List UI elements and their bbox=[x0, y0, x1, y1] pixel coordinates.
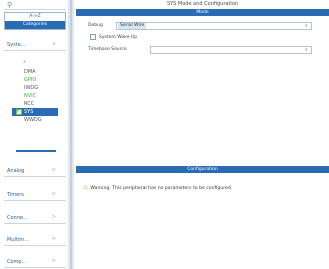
sort-ascending-icon[interactable]: ∧ bbox=[23, 59, 26, 64]
system-wakeup-checkbox[interactable] bbox=[90, 33, 96, 40]
debug-select-value: Serial Wire bbox=[118, 23, 147, 29]
chevron-right-icon: > bbox=[51, 167, 56, 173]
category-computing[interactable]: Comp... > bbox=[4, 258, 66, 268]
warning-text: Warning: This peripheral has no paramete… bbox=[90, 186, 233, 191]
category-multimedia[interactable]: Multim... > bbox=[4, 236, 66, 246]
category-label: Multim... bbox=[7, 237, 29, 243]
timebase-row: Timebase Source bbox=[88, 45, 127, 54]
category-label: Analog bbox=[7, 168, 25, 174]
category-connectivity[interactable]: Conne... > bbox=[4, 214, 66, 224]
list-item-wwdg[interactable]: WWDG bbox=[12, 116, 58, 124]
mode-configuration-panel: SYS Mode and Configuration Mode Debug Se… bbox=[76, 0, 329, 269]
category-label: Timers bbox=[7, 192, 24, 198]
list-item-label: RCC bbox=[24, 101, 35, 107]
list-item-nvic[interactable]: NVIC bbox=[12, 92, 58, 100]
list-item-label: IWDG bbox=[24, 85, 39, 91]
list-item-sys[interactable]: ✓ SYS bbox=[12, 107, 58, 116]
chevron-down-icon: ∨ bbox=[304, 47, 308, 53]
chevron-right-icon: > bbox=[51, 258, 56, 264]
splitter-grip bbox=[70, 0, 72, 269]
debug-row: Debug bbox=[88, 21, 103, 30]
category-system-core[interactable]: Syste... ∨ bbox=[4, 41, 66, 51]
timebase-label: Timebase Source bbox=[88, 47, 127, 52]
category-analog[interactable]: Analog > bbox=[4, 167, 66, 177]
list-item-label: GPIO bbox=[24, 77, 37, 83]
list-item-label: DMA bbox=[24, 69, 36, 75]
list-item-gpio[interactable]: GPIO bbox=[12, 76, 58, 84]
search-field[interactable]: ⚲ bbox=[4, 1, 66, 10]
list-item-dma[interactable]: DMA bbox=[12, 68, 58, 76]
warning-message: ⚠ Warning: This peripheral has no paramet… bbox=[83, 184, 232, 191]
view-mode-toggle: A->Z Categories bbox=[4, 12, 66, 30]
categories-button[interactable]: Categories bbox=[5, 21, 65, 29]
debug-select[interactable]: Serial Wire ∨ bbox=[116, 22, 312, 30]
list-item-label: WWDG bbox=[24, 117, 42, 123]
az-sort-button[interactable]: A->Z bbox=[5, 13, 65, 21]
chevron-down-icon: ∨ bbox=[304, 23, 308, 29]
category-label: Conne... bbox=[7, 215, 28, 221]
sidebar: ⚲ A->Z Categories Syste... ∨ ∧ DMA GPIO … bbox=[0, 0, 68, 269]
chevron-down-icon: ∨ bbox=[52, 41, 56, 47]
system-core-list: ∧ DMA GPIO IWDG NVIC RCC ✓ SYS WWDG bbox=[12, 59, 58, 124]
category-label: Syste... bbox=[7, 42, 26, 48]
list-item-iwdg[interactable]: IWDG bbox=[12, 84, 58, 92]
mode-section-header: Mode bbox=[76, 9, 329, 16]
configuration-section: Configuration ⚠ Warning: This peripheral … bbox=[76, 166, 329, 269]
list-item-label: NVIC bbox=[24, 93, 37, 99]
list-item-label: SYS bbox=[24, 109, 34, 115]
panel-splitter[interactable] bbox=[68, 0, 74, 269]
checkmark-icon: ✓ bbox=[16, 107, 22, 114]
timebase-select[interactable]: ∨ bbox=[150, 46, 312, 54]
system-wakeup-row[interactable]: System Wake-Up bbox=[90, 33, 137, 42]
warning-icon: ⚠ bbox=[83, 184, 89, 191]
category-timers[interactable]: Timers > bbox=[4, 191, 66, 201]
configuration-section-header: Configuration bbox=[76, 166, 329, 173]
search-icon[interactable]: ⚲ bbox=[7, 1, 12, 10]
selection-indicator bbox=[16, 150, 56, 152]
chevron-right-icon: > bbox=[51, 236, 56, 242]
panel-title: SYS Mode and Configuration bbox=[76, 0, 329, 9]
category-label: Comp... bbox=[7, 259, 27, 265]
chevron-right-icon: > bbox=[51, 214, 56, 220]
chevron-right-icon: > bbox=[51, 191, 56, 197]
system-wakeup-label: System Wake-Up bbox=[99, 35, 138, 40]
debug-label: Debug bbox=[88, 23, 103, 28]
mode-body: Debug Serial Wire ∨ System Wake-Up Timeb… bbox=[76, 16, 329, 166]
